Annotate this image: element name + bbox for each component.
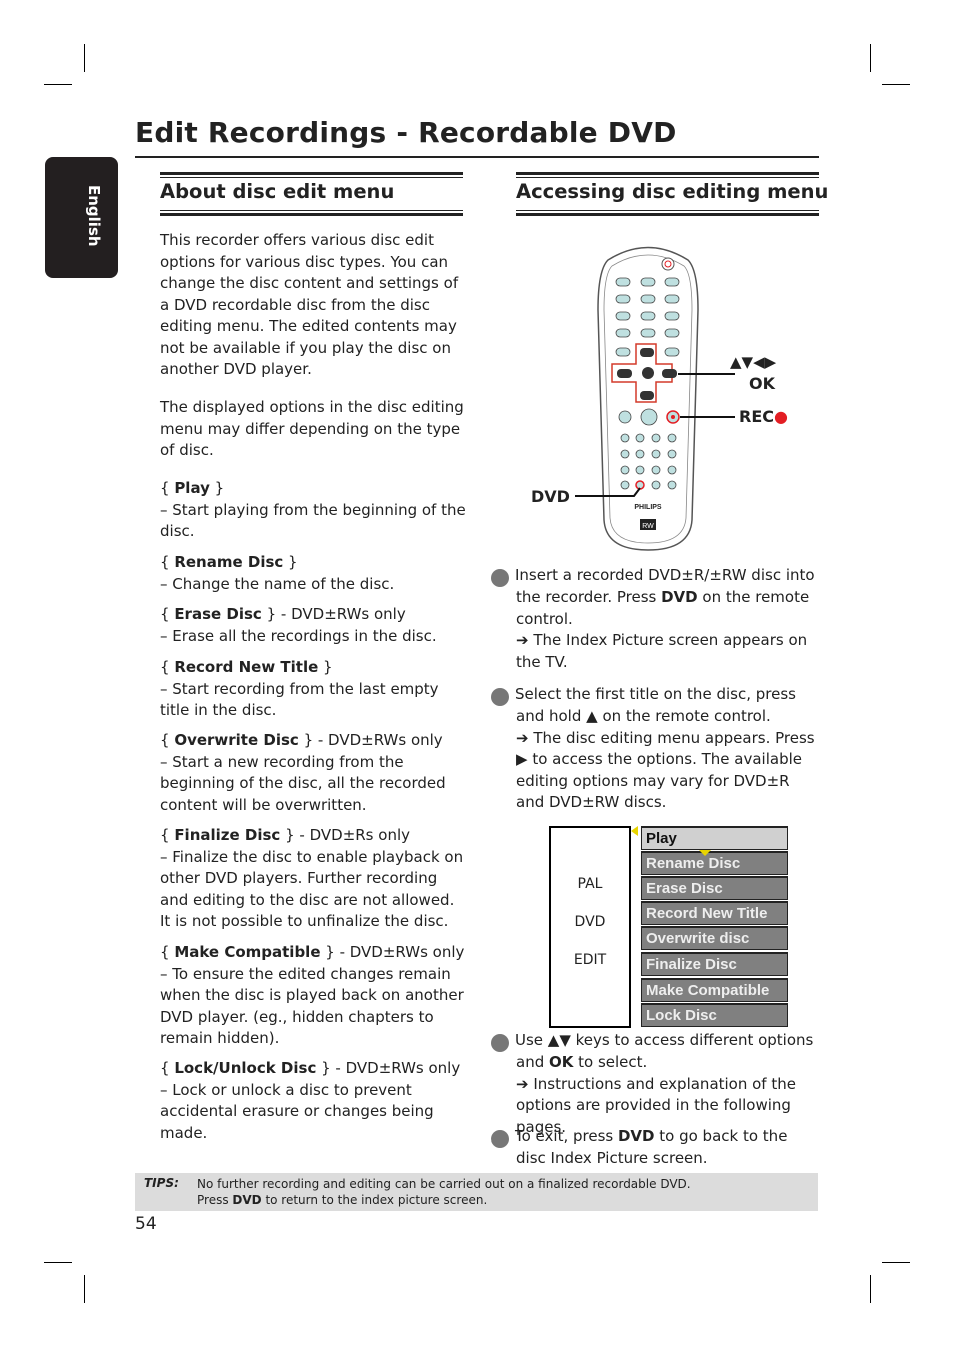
option-heading: { Make Compatible } - DVD±RWs only [160,943,465,961]
edit-option: { Make Compatible } - DVD±RWs only – To e… [160,942,468,1050]
title-divider [135,156,819,158]
crop-mark [882,84,910,85]
section-title: Accessing disc editing menu [516,180,829,203]
left-arrow-icon [631,826,638,836]
option-description: – Start a new recording from the beginni… [160,752,446,814]
language-label: English [85,185,103,247]
menu-info-label: DVD [574,914,606,930]
menu-item[interactable]: Play [641,826,788,850]
section-heading-about: About disc edit menu [160,172,463,216]
crop-mark [870,44,871,72]
page-title: Edit Recordings - Recordable DVD [135,116,677,149]
menu-item[interactable]: Erase Disc [641,876,788,900]
svg-text:RW: RW [642,523,654,530]
option-heading: { Lock/Unlock Disc } - DVD±RWs only [160,1059,461,1077]
section-title: About disc edit menu [160,180,395,203]
step-result: ➔ The Index Picture screen appears on th… [516,631,808,671]
menu-info-label: PAL [577,876,603,892]
option-description: – Start recording from the last empty ti… [160,679,439,720]
intro-paragraph: This recorder offers various disc edit o… [160,231,459,378]
edit-option: { Play } – Start playing from the beginni… [160,478,468,543]
menu-info-panel: PAL DVD EDIT [549,826,631,1028]
language-tab: English [45,157,118,278]
step-number-icon: 1 [483,569,509,587]
ok-label: OK [749,374,775,393]
step: 3 Use ▲▼ keys to access different options… [483,1030,821,1138]
option-description: – Change the name of the disc. [160,574,395,593]
arrow-right-icon: ➔ [516,728,529,747]
menu-item[interactable]: Record New Title [641,901,788,925]
dvd-button [635,480,645,490]
option-heading: { Play } [160,479,225,497]
step-result: ➔ The disc editing menu appears. Press ▶… [516,728,815,812]
menu-item[interactable]: Rename Disc [641,851,788,875]
tips-line: No further recording and editing can be … [197,1177,691,1191]
option-description: – Finalize the disc to enable playback o… [160,847,464,931]
remote-control-illustration: PHILIPS RW [575,246,735,551]
step: 4 To exit, press DVD to go back to the di… [483,1127,788,1167]
brand-logo: PHILIPS [634,504,662,511]
dvd-label: DVD [531,487,570,506]
edit-option: { Overwrite Disc } - DVD±RWs only – Start… [160,730,468,816]
step: 2 Select the first title on the disc, pre… [483,684,821,814]
crop-mark [882,1262,910,1263]
step: 1 Insert a recorded DVD±R/±RW disc into t… [483,565,821,673]
crop-mark [44,84,72,85]
tips-label: TIPS: [144,1176,179,1190]
option-description: – Start playing from the beginning of th… [160,500,466,541]
crop-mark [44,1262,72,1263]
edit-option: { Erase Disc } - DVD±RWs only – Erase all… [160,604,468,647]
option-description: – To ensure the edited changes remain wh… [160,964,464,1048]
tips-text: No further recording and editing can be … [197,1176,691,1208]
menu-item[interactable]: Make Compatible [641,978,788,1002]
arrow-right-icon: ➔ [516,631,529,649]
rec-dot-icon: ● [774,407,788,426]
option-description: – Erase all the recordings in the disc. [160,626,437,645]
edit-option: { Lock/Unlock Disc } - DVD±RWs only – Loc… [160,1058,468,1144]
crop-mark [84,1275,85,1303]
edit-option: { Rename Disc } – Change the name of the … [160,552,468,595]
option-heading: { Finalize Disc } - DVD±Rs only [160,826,410,844]
edit-option: { Record New Title } – Start recording fr… [160,657,468,722]
tips-line: Press DVD to return to the index picture… [197,1193,488,1207]
tips-box: TIPS: No further recording and editing c… [135,1173,818,1211]
step-number-icon: 3 [483,1034,509,1052]
option-description: – Lock or unlock a disc to prevent accid… [160,1080,434,1142]
step-number-icon: 2 [483,688,509,706]
page-number: 54 [135,1214,157,1234]
arrow-right-icon: ➔ [516,1074,529,1093]
crop-mark [84,44,85,72]
power-button [661,257,675,271]
menu-info-label: EDIT [573,952,607,968]
menu-item[interactable]: Finalize Disc [641,952,788,976]
menu-item[interactable]: Overwrite disc [641,926,788,950]
down-arrow-icon [699,850,711,856]
option-heading: { Erase Disc } - DVD±RWs only [160,605,406,623]
edit-option: { Finalize Disc } - DVD±Rs only – Finaliz… [160,825,468,933]
section-heading-accessing: Accessing disc editing menu [516,172,828,216]
option-heading: { Rename Disc } [160,553,298,571]
option-heading: { Record New Title } [160,658,333,676]
arrow-keys-label: ▲▼◀▶ [730,353,777,371]
manual-page: Edit Recordings - Recordable DVD English… [0,0,954,1347]
rec-label: REC● [739,407,788,426]
option-heading: { Overwrite Disc } - DVD±RWs only [160,731,443,749]
step-number-icon: 4 [483,1130,509,1148]
menu-item[interactable]: Lock Disc [641,1003,788,1027]
intro-paragraph-2: The displayed options in the disc editin… [160,398,464,459]
crop-mark [870,1275,871,1303]
